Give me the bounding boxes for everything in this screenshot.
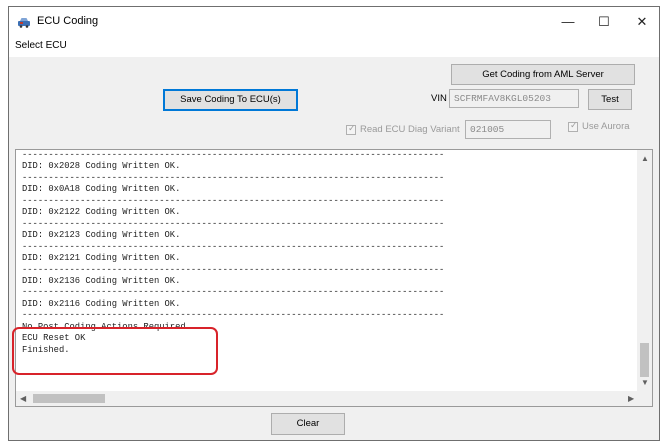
- log-separator: ----------------------------------------…: [22, 195, 445, 206]
- log-line: DID: 0x2123 Coding Written OK.: [22, 230, 181, 241]
- log-line: DID: 0x2121 Coding Written OK.: [22, 253, 181, 264]
- log-separator: ----------------------------------------…: [22, 264, 445, 275]
- menu-select-ecu[interactable]: Select ECU: [15, 40, 67, 51]
- horizontal-scrollbar[interactable]: ◀ ▶: [16, 391, 652, 406]
- read-diag-variant-checkbox[interactable]: ✓: [346, 123, 356, 135]
- log-line: ECU Reset OK: [22, 333, 86, 344]
- vin-label: VIN: [431, 93, 447, 104]
- use-aurora-label: Use Aurora: [582, 121, 630, 132]
- read-diag-variant-label: Read ECU Diag Variant: [360, 124, 460, 135]
- log-line: DID: 0x2116 Coding Written OK.: [22, 298, 181, 309]
- test-button[interactable]: Test: [588, 89, 632, 110]
- diag-variant-field[interactable]: 021005: [465, 120, 551, 139]
- close-button[interactable]: ✕: [623, 7, 659, 37]
- checkmark-icon: ✓: [570, 120, 578, 130]
- chevron-right-icon[interactable]: ▶: [628, 394, 634, 403]
- vertical-scrollbar[interactable]: ▲ ▼: [637, 150, 652, 391]
- log-separator: ----------------------------------------…: [22, 241, 445, 252]
- log-separator: ----------------------------------------…: [22, 287, 445, 298]
- title-bar: ECU Coding — ☐ ✕: [9, 7, 659, 37]
- use-aurora-checkbox[interactable]: ✓: [568, 120, 578, 132]
- chevron-left-icon[interactable]: ◀: [20, 394, 26, 403]
- get-coding-button[interactable]: Get Coding from AML Server: [451, 64, 635, 85]
- maximize-button[interactable]: ☐: [585, 7, 623, 37]
- log-line: DID: 0x2028 Coding Written OK.: [22, 161, 181, 172]
- log-line: DID: 0x0A18 Coding Written OK.: [22, 184, 181, 195]
- window-title: ECU Coding: [37, 15, 99, 27]
- log-line: DID: 0x2122 Coding Written OK.: [22, 207, 181, 218]
- menu-bar: Select ECU: [9, 37, 659, 57]
- horizontal-scroll-thumb[interactable]: [33, 394, 105, 403]
- vertical-scroll-thumb[interactable]: [640, 343, 649, 377]
- minimize-button[interactable]: —: [549, 7, 587, 37]
- car-icon: [18, 18, 30, 28]
- ecu-coding-window: ECU Coding — ☐ ✕ Select ECU Get Coding f…: [8, 6, 660, 441]
- log-output[interactable]: ----------------------------------------…: [15, 149, 653, 407]
- log-separator: ----------------------------------------…: [22, 310, 445, 321]
- log-separator: ----------------------------------------…: [22, 218, 445, 229]
- log-line: DID: 0x2136 Coding Written OK.: [22, 275, 181, 286]
- log-separator: ----------------------------------------…: [22, 172, 445, 183]
- clear-button[interactable]: Clear: [271, 413, 345, 435]
- vin-field[interactable]: SCFRMFAV8KGL05203: [449, 89, 579, 108]
- save-coding-button[interactable]: Save Coding To ECU(s): [163, 89, 298, 111]
- chevron-down-icon[interactable]: ▼: [641, 378, 649, 387]
- log-line: No Post Coding Actions Required: [22, 321, 186, 332]
- log-separator: ----------------------------------------…: [22, 150, 445, 160]
- checkmark-icon: ✓: [348, 123, 356, 133]
- log-text: ----------------------------------------…: [22, 150, 570, 390]
- chevron-up-icon[interactable]: ▲: [641, 154, 649, 163]
- log-line: Finished.: [22, 344, 70, 355]
